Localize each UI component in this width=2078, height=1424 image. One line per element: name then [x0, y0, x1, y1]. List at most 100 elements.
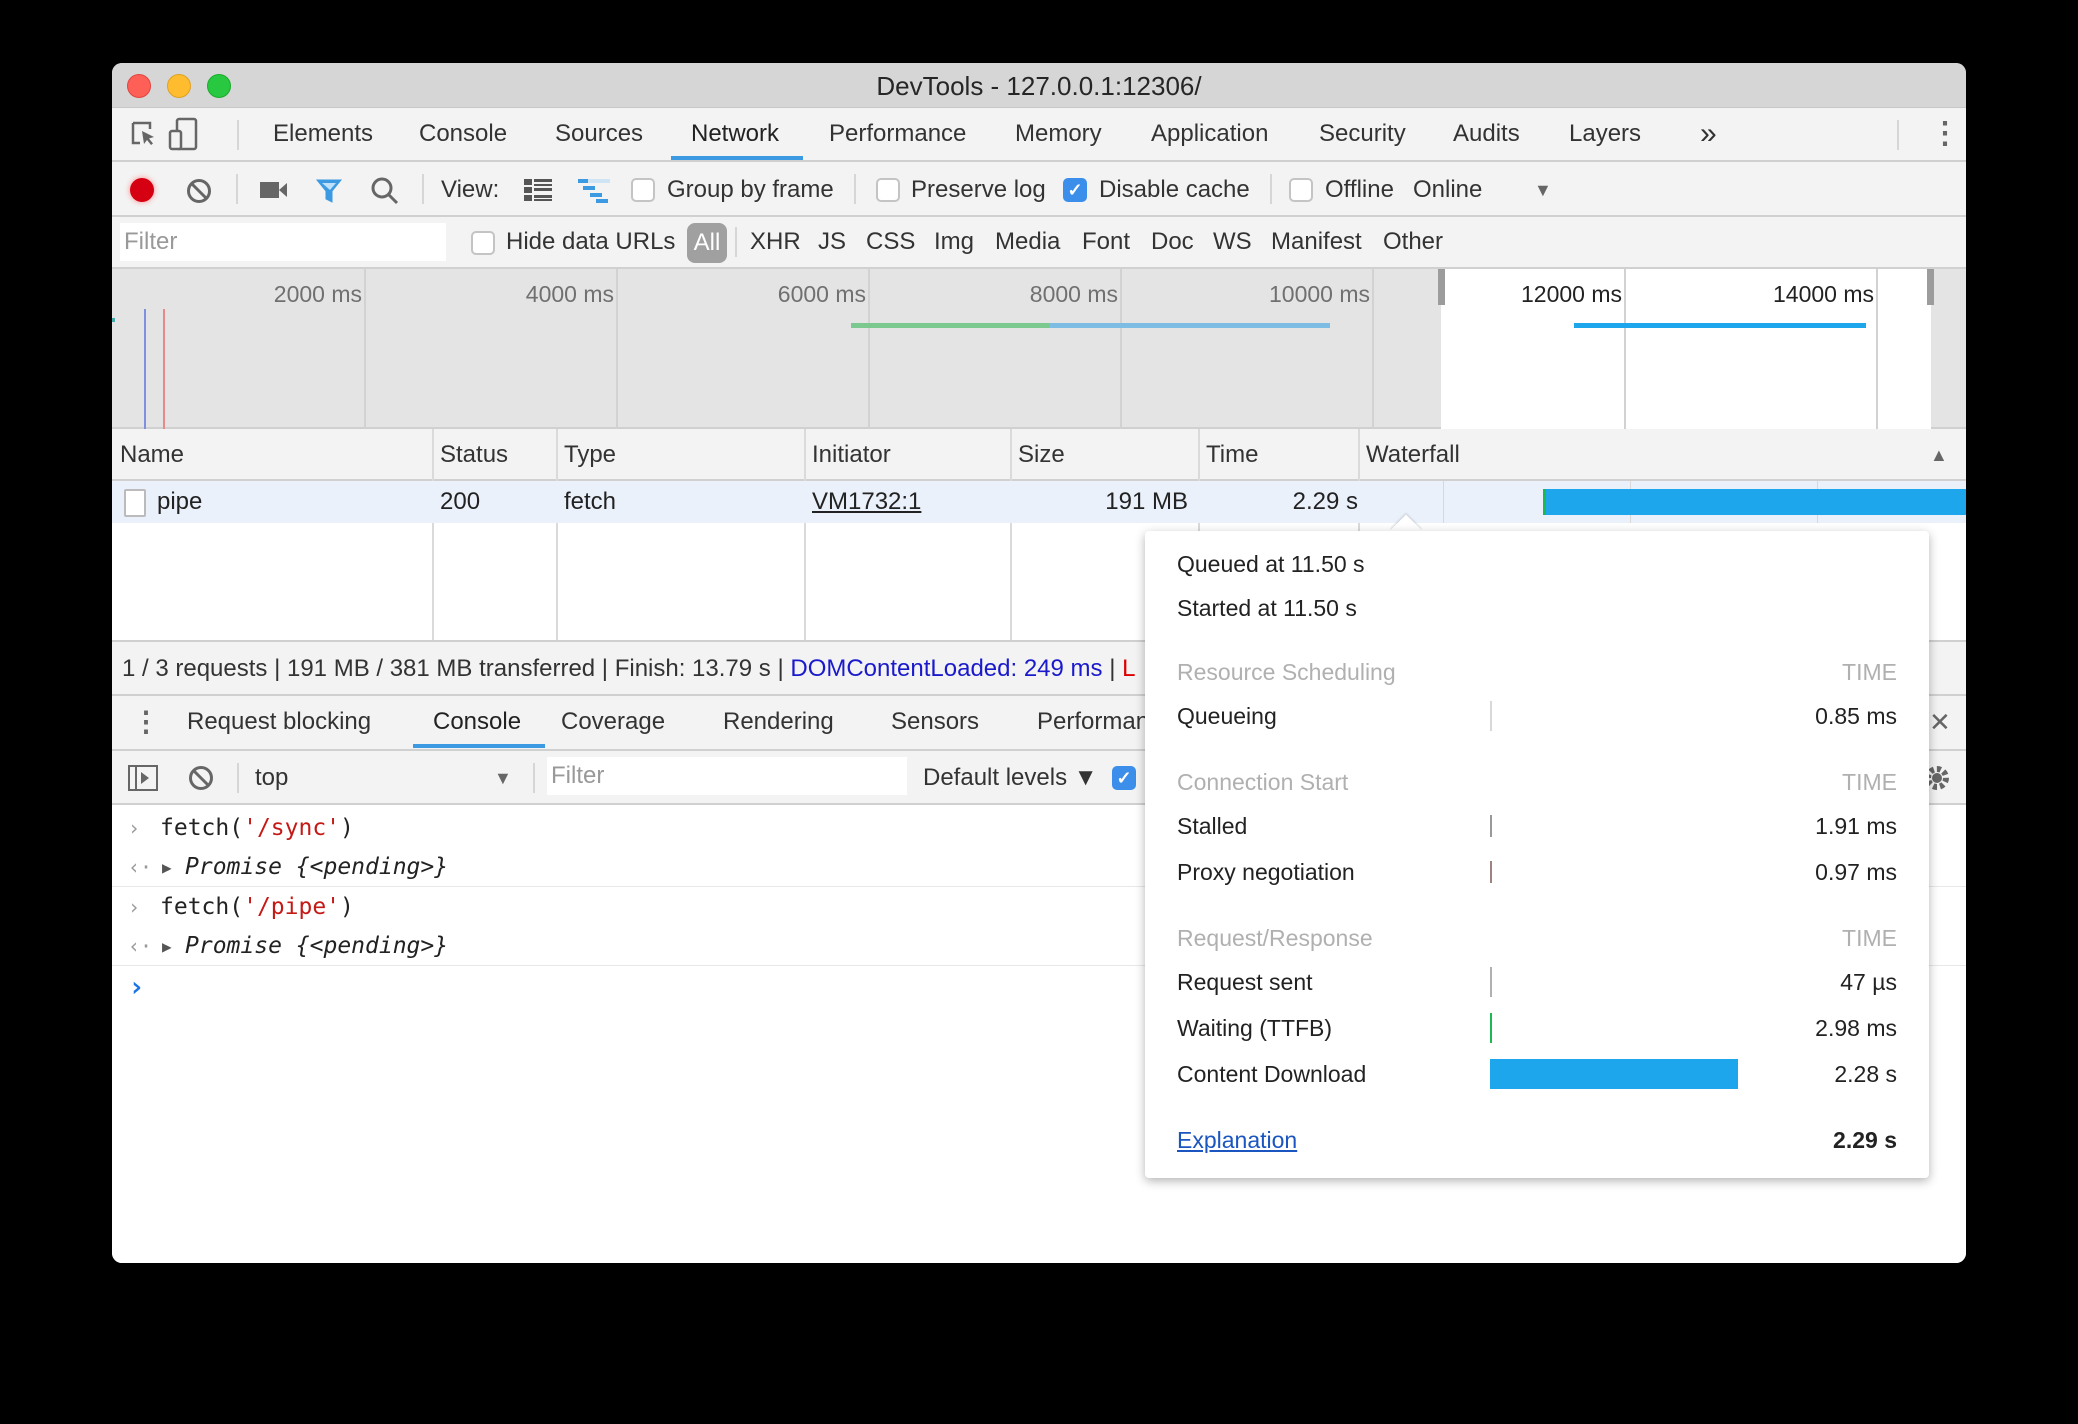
section-time-header: TIME — [1842, 659, 1897, 685]
tab-security[interactable]: Security — [1319, 108, 1406, 160]
timing-bar-request-sent — [1490, 967, 1740, 997]
divider — [735, 227, 737, 257]
gridline — [364, 269, 366, 429]
console-input-code[interactable]: fetch('/sync') — [160, 809, 354, 848]
throttling-dropdown-icon[interactable]: ▼ — [1534, 175, 1552, 205]
tab-console[interactable]: Console — [419, 108, 507, 160]
timing-bar — [1490, 815, 1492, 837]
queued-at-text: Queued at 11.50 s — [1177, 551, 1365, 577]
filter-type-img[interactable]: Img — [934, 227, 974, 257]
more-tabs-button[interactable]: » — [1700, 108, 1717, 160]
filter-type-css[interactable]: CSS — [866, 227, 915, 257]
title-bar: DevTools - 127.0.0.1:12306/ — [112, 63, 1966, 108]
summary-separator: | — [1102, 655, 1123, 682]
load-time: L — [1122, 655, 1136, 682]
expand-triangle-icon[interactable]: ▶ — [162, 927, 172, 966]
group-by-frame-checkbox[interactable] — [631, 178, 655, 202]
inspect-element-icon[interactable] — [130, 120, 158, 148]
device-toolbar-icon[interactable] — [168, 117, 198, 151]
tab-audits[interactable]: Audits — [1453, 108, 1520, 160]
customize-menu-icon[interactable]: ⋮ — [1930, 108, 1960, 160]
filter-type-media[interactable]: Media — [995, 227, 1060, 257]
drawer-tab-sensors[interactable]: Sensors — [891, 696, 979, 748]
filter-type-js[interactable]: JS — [818, 227, 846, 257]
clear-icon[interactable] — [186, 178, 212, 209]
log-levels-dropdown[interactable]: Default levels ▼ — [923, 763, 1098, 793]
console-output-value[interactable]: Promise {<pending>} — [185, 848, 448, 887]
tab-elements[interactable]: Elements — [273, 108, 373, 160]
column-header-type[interactable]: Type — [556, 429, 616, 481]
filter-type-font[interactable]: Font — [1082, 227, 1130, 257]
column-header-waterfall[interactable]: Waterfall — [1358, 429, 1460, 481]
record-icon[interactable] — [130, 178, 154, 202]
waterfall-bar-download[interactable] — [1546, 489, 1966, 515]
preserve-log-checkbox[interactable] — [876, 178, 900, 202]
column-divider — [1010, 429, 1012, 640]
filter-type-all[interactable]: All — [687, 223, 727, 263]
cell-name[interactable]: pipe — [157, 481, 202, 523]
disable-cache-checkbox[interactable]: ✓ — [1063, 178, 1087, 202]
timing-bar — [1490, 861, 1492, 883]
clear-console-icon[interactable] — [188, 765, 214, 796]
search-icon[interactable] — [370, 176, 400, 211]
timing-bar-stalled — [1490, 815, 1740, 845]
timing-bar-proxy-negotiation — [1490, 861, 1740, 891]
column-divider — [432, 429, 434, 640]
large-rows-icon[interactable] — [524, 179, 552, 206]
drawer-tab-coverage[interactable]: Coverage — [561, 696, 665, 748]
cell-time: 2.29 s — [1292, 488, 1358, 515]
waterfall-overview-icon[interactable] — [578, 179, 612, 208]
column-header-size[interactable]: Size — [1010, 429, 1065, 481]
gridline — [1120, 269, 1122, 429]
overview-right-handle[interactable] — [1927, 269, 1934, 305]
column-header-name[interactable]: Name — [112, 429, 184, 481]
capture-screenshots-icon[interactable] — [260, 180, 288, 205]
timing-bar-content-download — [1490, 1059, 1740, 1089]
drawer-menu-icon[interactable]: ⋮ — [132, 696, 160, 748]
close-drawer-icon[interactable]: ✕ — [1929, 696, 1951, 748]
tab-memory[interactable]: Memory — [1015, 108, 1102, 160]
request-bar-pipe — [1574, 323, 1866, 328]
offline-checkbox[interactable] — [1289, 178, 1313, 202]
tab-performance[interactable]: Performance — [829, 108, 966, 160]
drawer-tab-request-blocking[interactable]: Request blocking — [187, 696, 371, 748]
filter-type-doc[interactable]: Doc — [1151, 227, 1194, 257]
overview-left-handle[interactable] — [1438, 269, 1445, 305]
group-by-frame-label: Group by frame — [667, 176, 834, 203]
cell-initiator-link[interactable]: VM1732:1 — [812, 481, 921, 523]
column-header-initiator[interactable]: Initiator — [804, 429, 891, 481]
network-overview[interactable]: 2000 ms 4000 ms 6000 ms 8000 ms 10000 ms… — [112, 269, 1966, 429]
filter-input[interactable]: Filter — [120, 223, 446, 261]
sort-ascending-icon[interactable]: ▲ — [1922, 429, 1948, 481]
console-sidebar-toggle-icon[interactable] — [128, 765, 158, 796]
throttling-select[interactable]: Online — [1413, 175, 1482, 205]
context-selector[interactable]: top — [255, 763, 288, 793]
console-output-value[interactable]: Promise {<pending>} — [185, 927, 448, 966]
filter-icon[interactable] — [315, 177, 343, 210]
table-row[interactable]: pipe 200 fetch VM1732:1 191 MB 2.29 s — [112, 481, 1966, 523]
waterfall-gridline — [1443, 481, 1444, 523]
timing-bar — [1490, 1059, 1738, 1089]
console-checkbox[interactable]: ✓ — [1112, 766, 1136, 790]
column-header-status[interactable]: Status — [432, 429, 508, 481]
filter-type-xhr[interactable]: XHR — [750, 227, 801, 257]
drawer-tab-console[interactable]: Console — [412, 696, 546, 748]
tab-application[interactable]: Application — [1151, 108, 1268, 160]
filter-type-other[interactable]: Other — [1383, 227, 1443, 257]
column-header-time[interactable]: Time — [1198, 429, 1258, 481]
filter-type-manifest[interactable]: Manifest — [1271, 227, 1362, 257]
column-divider — [804, 429, 806, 640]
drawer-tab-performance-monitor[interactable]: Performan — [1037, 696, 1149, 748]
filter-type-ws[interactable]: WS — [1213, 227, 1252, 257]
tab-layers[interactable]: Layers — [1569, 108, 1641, 160]
console-filter-input[interactable]: Filter — [547, 757, 907, 795]
devtools-window: DevTools - 127.0.0.1:12306/ Elements Con… — [112, 63, 1966, 1263]
tab-sources[interactable]: Sources — [555, 108, 643, 160]
hide-data-urls-checkbox[interactable] — [471, 231, 495, 255]
tab-network[interactable]: Network — [670, 108, 804, 160]
drawer-tab-rendering[interactable]: Rendering — [723, 696, 834, 748]
explanation-link[interactable]: Explanation — [1177, 1127, 1297, 1154]
expand-triangle-icon[interactable]: ▶ — [162, 848, 172, 887]
request-bar-sync-download — [1049, 323, 1330, 328]
console-input-code[interactable]: fetch('/pipe') — [160, 888, 354, 927]
